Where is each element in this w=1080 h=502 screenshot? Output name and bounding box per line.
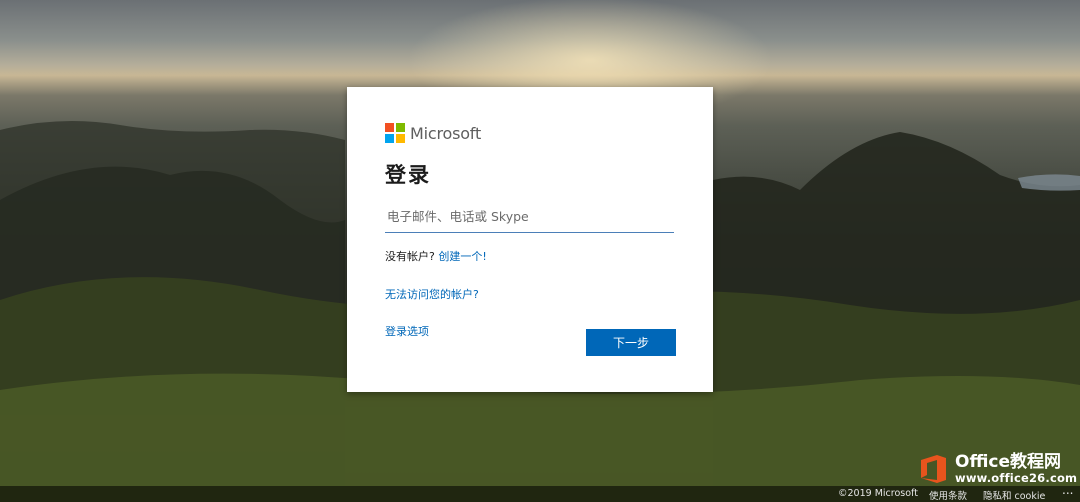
footer-privacy-link[interactable]: 隐私和 cookie [983, 488, 1045, 502]
signin-card: Microsoft 登录 没有帐户? 创建一个! 无法访问您的帐户? 登录选项 … [347, 87, 713, 392]
no-account-text: 没有帐户? [385, 250, 435, 263]
footer-bar: ©2019 Microsoft 使用条款 隐私和 cookie ... [0, 483, 1080, 502]
no-account-row: 没有帐户? 创建一个! [385, 248, 675, 264]
brand-header: Microsoft [385, 123, 675, 143]
next-button[interactable]: 下一步 [586, 329, 676, 356]
logo-square-green [396, 123, 405, 132]
footer-copyright: ©2019 Microsoft [838, 488, 918, 499]
footer-terms-link[interactable]: 使用条款 [929, 488, 967, 502]
watermark-url: www.office26.com [955, 470, 1078, 485]
signin-options-link[interactable]: 登录选项 [385, 325, 429, 338]
page-title: 登录 [385, 163, 431, 187]
footer-more-button[interactable]: ... [1062, 483, 1073, 497]
watermark: Office教程网 www.office26.com [917, 452, 1077, 486]
cant-access-account-link[interactable]: 无法访问您的帐户? [385, 288, 479, 301]
logo-square-red [385, 123, 394, 132]
office-logo-icon [921, 455, 946, 483]
microsoft-logo-icon [385, 123, 405, 143]
logo-square-blue [385, 134, 394, 143]
brand-name: Microsoft [410, 123, 482, 143]
email-field[interactable] [385, 201, 674, 233]
create-account-link[interactable]: 创建一个! [438, 250, 486, 263]
logo-square-yellow [396, 134, 405, 143]
watermark-title: Office教程网 [955, 452, 1062, 473]
